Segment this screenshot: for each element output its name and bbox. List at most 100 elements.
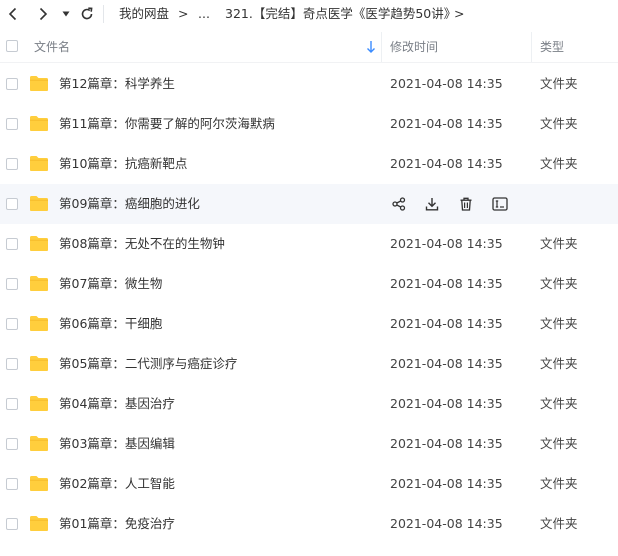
row-checkbox[interactable]: [6, 518, 18, 530]
row-checkbox[interactable]: [6, 78, 18, 90]
breadcrumb-ellipsis[interactable]: ...: [198, 5, 210, 23]
arrow-down-icon[interactable]: [366, 40, 376, 54]
row-checkbox[interactable]: [6, 158, 18, 170]
file-name[interactable]: 第04篇章：基因治疗: [59, 395, 175, 413]
modified-date: 2021-04-08 14:35: [390, 276, 503, 291]
column-header-type[interactable]: 类型: [540, 39, 564, 55]
table-row[interactable]: 第04篇章：基因治疗 2021-04-08 14:35 文件夹: [0, 384, 618, 424]
download-icon: [425, 198, 439, 211]
row-checkbox[interactable]: [6, 398, 18, 410]
folder-icon: [29, 515, 49, 532]
table-row[interactable]: 第07篇章：微生物 2021-04-08 14:35 文件夹: [0, 264, 618, 304]
row-checkbox[interactable]: [6, 238, 18, 250]
modified-date: 2021-04-08 14:35: [390, 356, 503, 371]
file-name[interactable]: 第11篇章：你需要了解的阿尔茨海默病: [59, 115, 275, 133]
table-row[interactable]: 第10篇章：抗癌新靶点 2021-04-08 14:35 文件夹: [0, 144, 618, 184]
file-name[interactable]: 第09篇章：癌细胞的进化: [59, 195, 200, 213]
share-button[interactable]: [390, 194, 408, 214]
table-row[interactable]: 第12篇章：科学养生 2021-04-08 14:35 文件夹: [0, 64, 618, 104]
table-row[interactable]: 第01篇章：免疫治疗 2021-04-08 14:35 文件夹: [0, 504, 618, 544]
file-type: 文件夹: [540, 476, 578, 491]
table-row[interactable]: 第05篇章：二代测序与癌症诊疗 2021-04-08 14:35 文件夹: [0, 344, 618, 384]
file-type: 文件夹: [540, 436, 578, 451]
modified-date: 2021-04-08 14:35: [390, 156, 503, 171]
toolbar-divider: [103, 5, 104, 23]
column-divider[interactable]: [381, 32, 382, 62]
row-checkbox[interactable]: [6, 118, 18, 130]
modified-date: 2021-04-08 14:35: [390, 236, 503, 251]
rename-icon: [492, 197, 508, 211]
file-name[interactable]: 第12篇章：科学养生: [59, 75, 175, 93]
folder-icon: [29, 195, 49, 212]
folder-icon: [29, 355, 49, 372]
caret-down-icon: [62, 11, 70, 17]
file-name[interactable]: 第08篇章：无处不在的生物钟: [59, 235, 225, 253]
file-name[interactable]: 第03篇章：基因编辑: [59, 435, 175, 453]
folder-icon: [29, 435, 49, 452]
row-checkbox[interactable]: [6, 278, 18, 290]
select-all-checkbox[interactable]: [6, 40, 18, 52]
refresh-button[interactable]: [78, 4, 96, 24]
table-row[interactable]: 第03篇章：基因编辑 2021-04-08 14:35 文件夹: [0, 424, 618, 464]
download-button[interactable]: [423, 194, 441, 214]
file-name[interactable]: 第07篇章：微生物: [59, 275, 162, 293]
row-checkbox[interactable]: [6, 318, 18, 330]
folder-icon: [29, 315, 49, 332]
delete-icon: [460, 197, 472, 211]
folder-icon: [29, 115, 49, 132]
file-name[interactable]: 第01篇章：免疫治疗: [59, 515, 175, 533]
folder-icon: [29, 275, 49, 292]
forward-button[interactable]: [34, 4, 52, 24]
delete-button[interactable]: [457, 194, 475, 214]
folder-icon: [29, 475, 49, 492]
back-button[interactable]: [4, 4, 22, 24]
table-row[interactable]: 第11篇章：你需要了解的阿尔茨海默病 2021-04-08 14:35 文件夹: [0, 104, 618, 144]
modified-date: 2021-04-08 14:35: [390, 476, 503, 491]
modified-date: 2021-04-08 14:35: [390, 436, 503, 451]
breadcrumb-root[interactable]: 我的网盘: [119, 5, 169, 23]
table-row[interactable]: 第08篇章：无处不在的生物钟 2021-04-08 14:35 文件夹: [0, 224, 618, 264]
folder-icon: [29, 235, 49, 252]
refresh-icon: [81, 7, 93, 20]
file-type: 文件夹: [540, 236, 578, 251]
row-checkbox[interactable]: [6, 438, 18, 450]
file-type: 文件夹: [540, 396, 578, 411]
file-type: 文件夹: [540, 316, 578, 331]
file-type: 文件夹: [540, 156, 578, 171]
chevron-left-icon: [8, 7, 17, 21]
column-header-name[interactable]: 文件名: [34, 39, 70, 55]
row-checkbox[interactable]: [6, 358, 18, 370]
rename-button[interactable]: [491, 194, 509, 214]
folder-icon: [29, 395, 49, 412]
column-header-modified[interactable]: 修改时间: [390, 39, 438, 55]
breadcrumb-separator: >: [454, 6, 465, 21]
modified-date: 2021-04-08 14:35: [390, 516, 503, 531]
toolbar: 我的网盘 > ... > 321.【完结】奇点医学《医学趋势50讲》 >: [0, 0, 618, 28]
file-type: 文件夹: [540, 276, 578, 291]
modified-date: 2021-04-08 14:35: [390, 316, 503, 331]
file-name[interactable]: 第02篇章：人工智能: [59, 475, 175, 493]
table-row[interactable]: 第06篇章：干细胞 2021-04-08 14:35 文件夹: [0, 304, 618, 344]
file-type: 文件夹: [540, 76, 578, 91]
row-checkbox[interactable]: [6, 478, 18, 490]
folder-icon: [29, 75, 49, 92]
breadcrumb-current[interactable]: 321.【完结】奇点医学《医学趋势50讲》: [225, 5, 456, 23]
file-type: 文件夹: [540, 356, 578, 371]
column-divider[interactable]: [531, 32, 532, 62]
table-row[interactable]: 第09篇章：癌细胞的进化: [0, 184, 618, 224]
chevron-right-icon: [39, 7, 48, 21]
breadcrumb-separator: >: [178, 6, 189, 21]
table-header: 文件名 修改时间 类型: [0, 32, 618, 63]
row-checkbox[interactable]: [6, 198, 18, 210]
modified-date: 2021-04-08 14:35: [390, 396, 503, 411]
file-name[interactable]: 第06篇章：干细胞: [59, 315, 162, 333]
table-row[interactable]: 第02篇章：人工智能 2021-04-08 14:35 文件夹: [0, 464, 618, 504]
file-type: 文件夹: [540, 516, 578, 531]
modified-date: 2021-04-08 14:35: [390, 116, 503, 131]
file-type: 文件夹: [540, 116, 578, 131]
share-icon: [392, 197, 406, 211]
folder-icon: [29, 155, 49, 172]
history-dropdown-button[interactable]: [60, 4, 72, 24]
file-name[interactable]: 第05篇章：二代测序与癌症诊疗: [59, 355, 237, 373]
file-name[interactable]: 第10篇章：抗癌新靶点: [59, 155, 187, 173]
